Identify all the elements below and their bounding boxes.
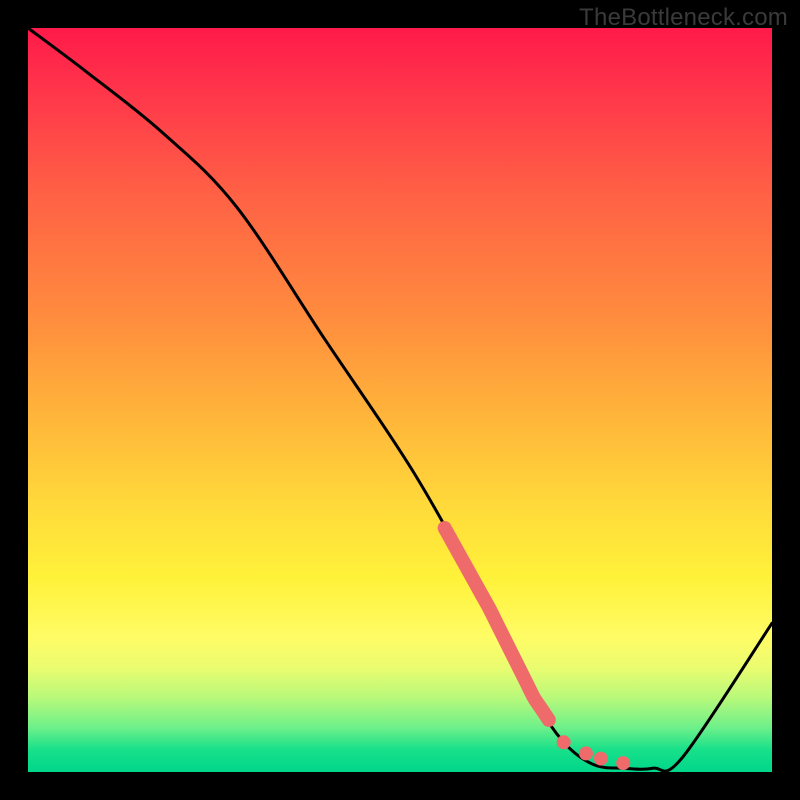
highlight-dot bbox=[557, 735, 571, 749]
highlight-segment bbox=[445, 528, 549, 720]
highlight-dot bbox=[579, 746, 593, 760]
chart-stage: TheBottleneck.com bbox=[0, 0, 800, 800]
highlight-dot bbox=[616, 756, 630, 770]
plot-area bbox=[28, 28, 772, 772]
chart-svg bbox=[28, 28, 772, 772]
curve-line bbox=[28, 28, 772, 771]
highlight-dot bbox=[594, 752, 608, 766]
